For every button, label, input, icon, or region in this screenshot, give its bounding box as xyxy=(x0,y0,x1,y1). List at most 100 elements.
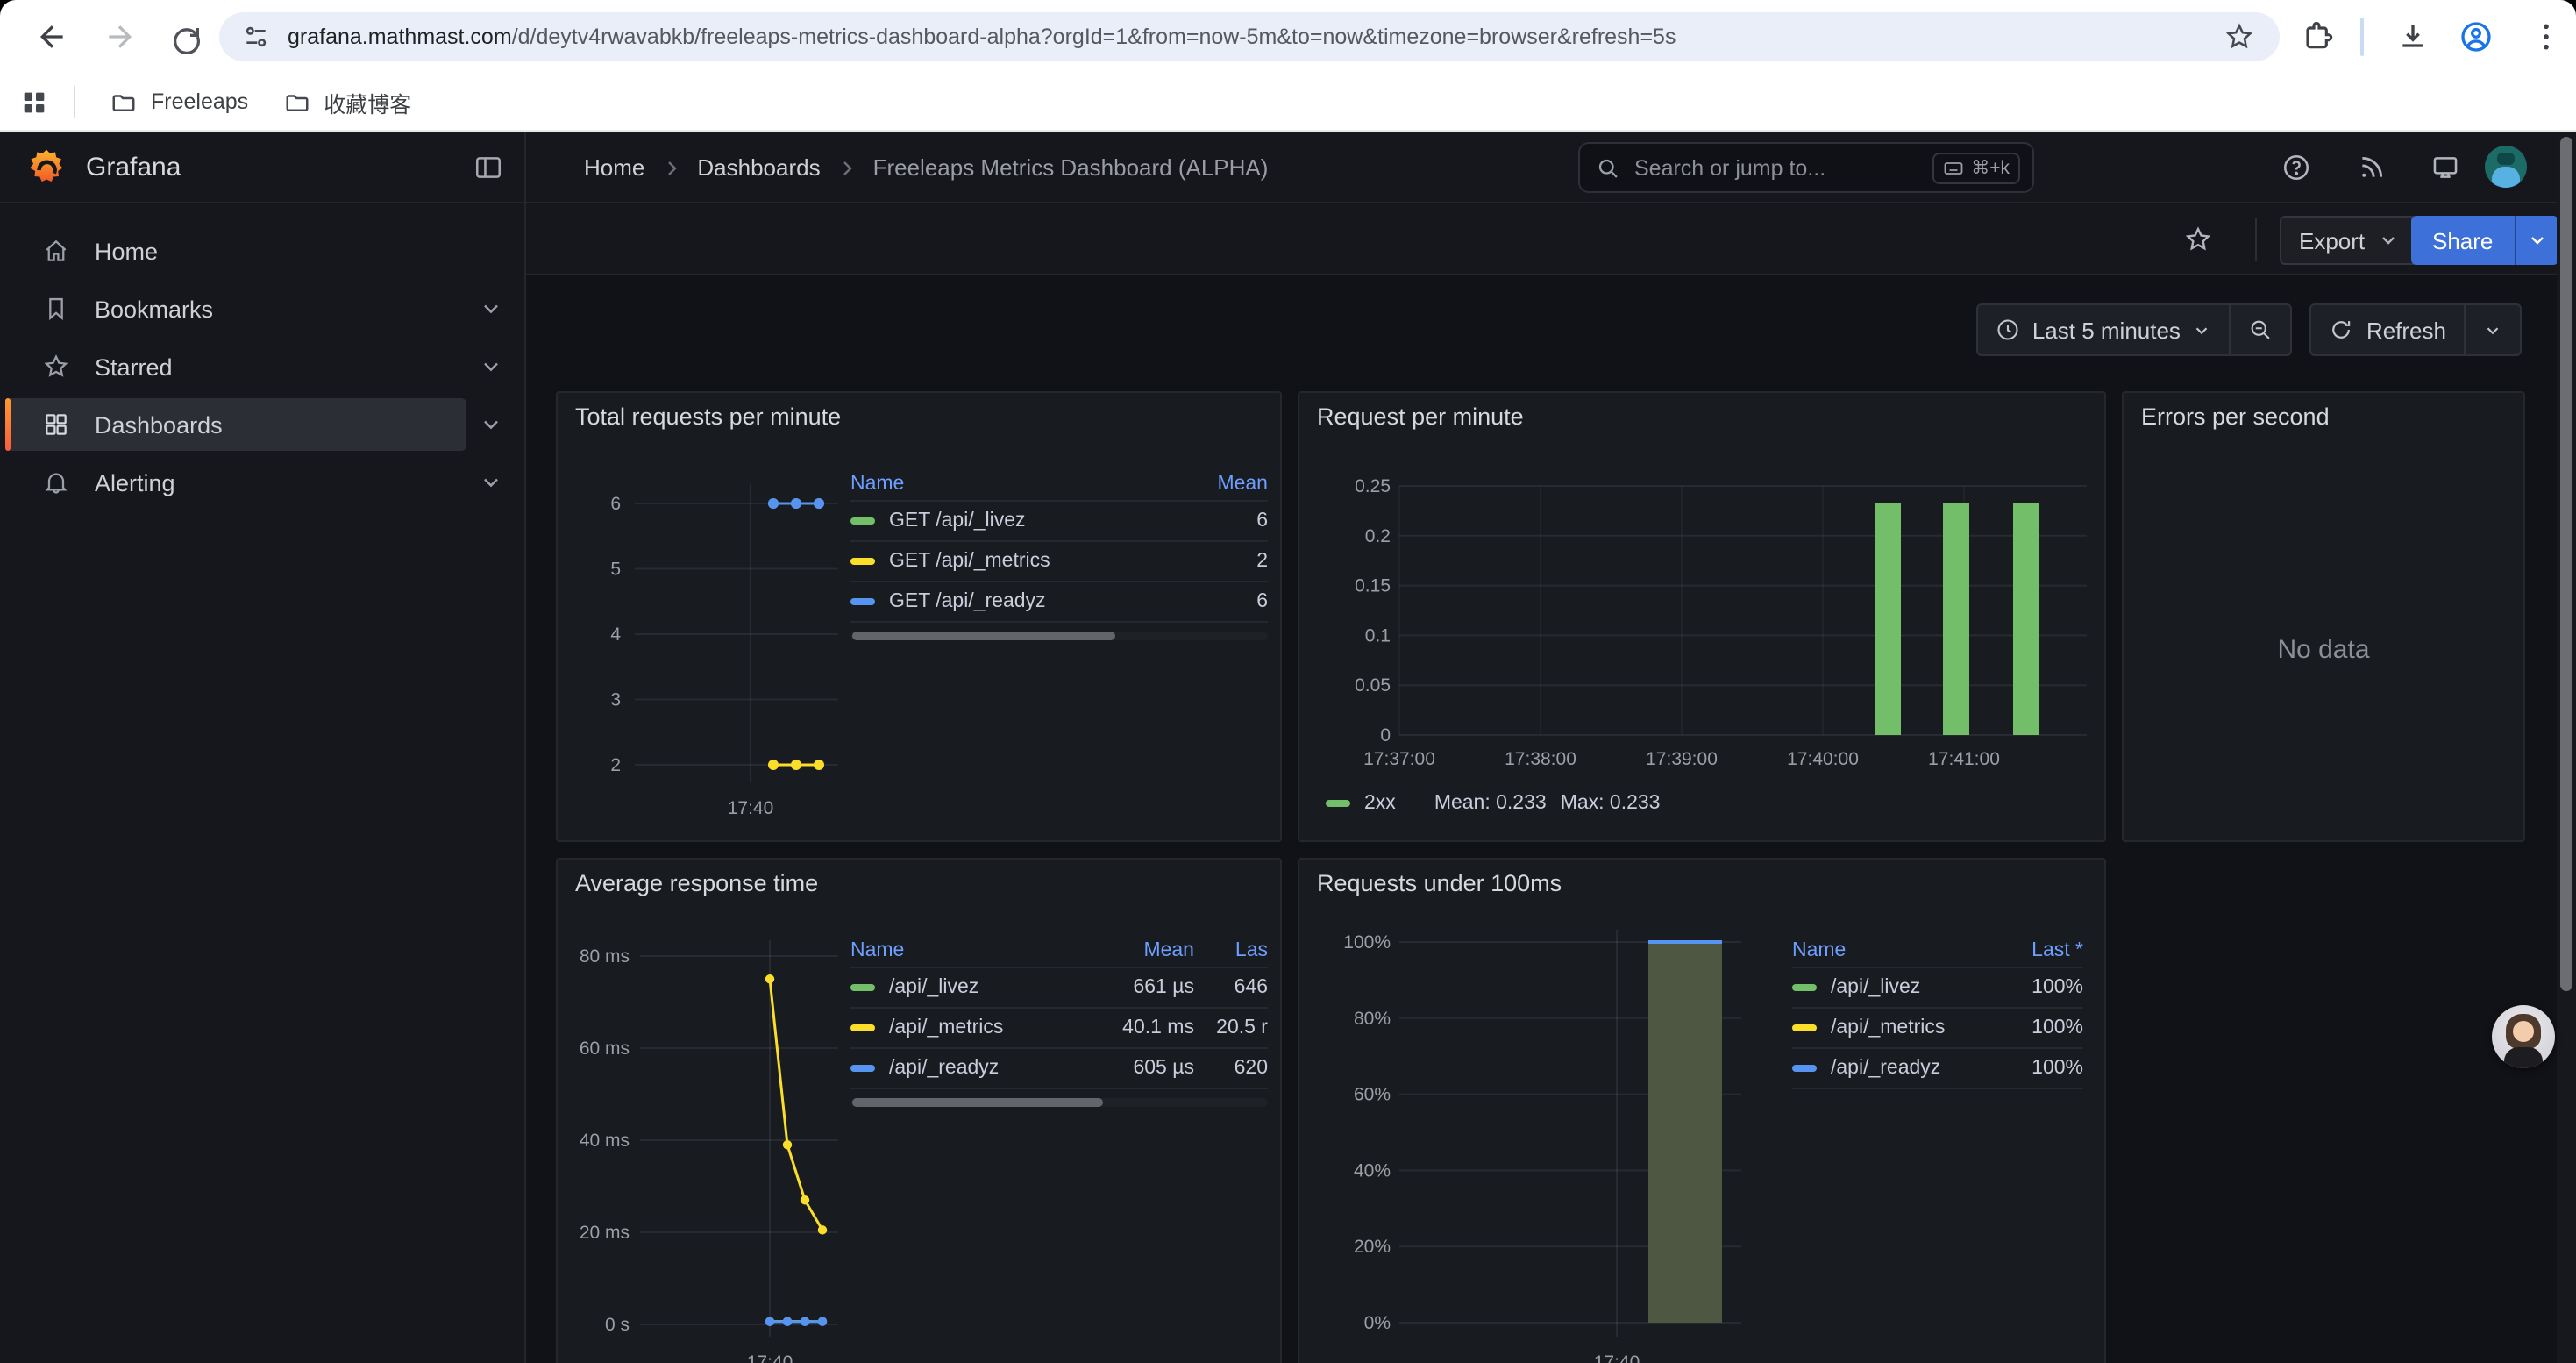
legend-scrollbar[interactable] xyxy=(850,632,1268,640)
area-fill[interactable] xyxy=(1648,942,1722,1323)
chevron-right-icon xyxy=(836,157,857,178)
legend-row[interactable]: GET /api/_readyz6 xyxy=(850,582,1268,623)
browser-window: grafana.mathmast.com/d/deytv4rwavabkb/fr… xyxy=(0,0,2576,1363)
chevron-down-icon[interactable] xyxy=(479,354,503,379)
sidebar-item-bookmarks[interactable]: Bookmarks xyxy=(0,281,526,337)
breadcrumb-dashboards[interactable]: Dashboards xyxy=(697,154,820,181)
profile-icon[interactable] xyxy=(2459,19,2494,54)
chevron-down-icon[interactable] xyxy=(479,296,503,321)
time-range-picker[interactable]: Last 5 minutes xyxy=(1978,305,2230,354)
legend-column-header[interactable]: Name xyxy=(1792,939,1999,960)
axis-tick-label: 0.05 xyxy=(1355,675,1391,696)
news-rss-icon[interactable] xyxy=(2357,153,2387,182)
chevron-down-icon[interactable] xyxy=(479,470,503,495)
legend-column-header[interactable]: Las xyxy=(1194,939,1268,960)
bookmark-star-icon[interactable] xyxy=(2224,21,2255,53)
zoom-out-time-button[interactable] xyxy=(2231,305,2291,354)
series-color-chip xyxy=(850,517,875,525)
site-settings-icon[interactable] xyxy=(242,23,270,51)
back-icon[interactable] xyxy=(35,19,70,54)
sidebar-item-dashboards[interactable]: Dashboards xyxy=(0,396,526,453)
legend-value: 20.5 r xyxy=(1194,1017,1268,1038)
series-name: GET /api/_livez xyxy=(889,510,1026,532)
legend-stat-mean: Mean: 0.233 xyxy=(1434,793,1547,814)
share-button[interactable]: Share xyxy=(2411,216,2558,265)
legend-row[interactable]: /api/_readyz100% xyxy=(1792,1049,2083,1089)
search-input[interactable] xyxy=(1634,155,1932,180)
downloads-icon[interactable] xyxy=(2395,19,2430,54)
legend-scrollbar[interactable] xyxy=(850,1098,1268,1107)
legend-column-header[interactable]: Mean xyxy=(1184,473,1268,494)
page-scrollbar[interactable] xyxy=(2557,132,2576,1363)
apps-grid-icon[interactable] xyxy=(19,87,49,117)
series-color-chip xyxy=(850,984,875,991)
sidebar-item-home[interactable]: Home xyxy=(0,223,526,279)
bar-chart[interactable]: 0.250.20.150.10.05017:37:0017:38:0017:39… xyxy=(1299,393,2108,844)
bookmark-folder-blogs[interactable]: 收藏博客 xyxy=(266,78,429,125)
legend-row[interactable]: /api/_metrics40.1 ms20.5 r xyxy=(850,1009,1268,1049)
axis-tick-label: 80 ms xyxy=(580,946,630,967)
grafana-logo[interactable] xyxy=(26,146,67,187)
reload-icon[interactable] xyxy=(168,19,203,54)
extensions-icon[interactable] xyxy=(2301,19,2336,54)
legend-column-header[interactable]: Last * xyxy=(1999,939,2083,960)
home-icon xyxy=(42,237,70,265)
refresh-interval-caret[interactable] xyxy=(2466,305,2520,354)
legend-row[interactable]: /api/_readyz605 µs620 xyxy=(850,1049,1268,1089)
legend-row[interactable]: /api/_metrics100% xyxy=(1792,1009,2083,1049)
monitor-icon[interactable] xyxy=(2430,153,2460,182)
legend-row[interactable]: GET /api/_livez6 xyxy=(850,502,1268,542)
legend-value: 100% xyxy=(1999,977,2083,998)
panel-legend[interactable]: 2xxMean: 0.233Max: 0.233 xyxy=(1326,793,1661,814)
sidebar-item-alerting[interactable]: Alerting xyxy=(0,454,526,510)
bar[interactable] xyxy=(1943,503,1969,735)
url-text[interactable]: grafana.mathmast.com/d/deytv4rwavabkb/fr… xyxy=(288,25,2280,49)
grafana-brand[interactable]: Grafana xyxy=(86,152,181,182)
scrollbar-thumb[interactable] xyxy=(2560,137,2572,991)
forward-icon[interactable] xyxy=(102,19,137,54)
help-icon[interactable] xyxy=(2281,153,2311,182)
refresh-button[interactable]: Refresh xyxy=(2312,305,2464,354)
axis-tick-label: 0.1 xyxy=(1365,625,1391,646)
axis-tick-label: 0.15 xyxy=(1355,576,1391,596)
sidebar-header: Grafana xyxy=(0,132,526,203)
legend-column-header[interactable]: Name xyxy=(850,939,1089,960)
legend-value: 661 µs xyxy=(1089,977,1194,998)
bookmark-folder-freeleaps[interactable]: Freeleaps xyxy=(93,82,266,122)
dashboard-canvas: Last 5 minutes Refresh xyxy=(526,275,2576,1363)
share-menu-caret[interactable] xyxy=(2514,216,2558,265)
bar[interactable] xyxy=(2013,503,2039,735)
panel-title[interactable]: Errors per second xyxy=(2141,403,2330,430)
url-bar[interactable]: grafana.mathmast.com/d/deytv4rwavabkb/fr… xyxy=(219,12,2280,61)
sidebar-item-label: Starred xyxy=(95,353,173,380)
bar[interactable] xyxy=(1875,503,1901,735)
series-name: /api/_readyz xyxy=(1831,1058,1940,1079)
favorite-dashboard-icon[interactable] xyxy=(2183,225,2213,254)
legend-column-header[interactable]: Name xyxy=(850,473,1184,494)
collapse-sidebar-icon[interactable] xyxy=(473,153,503,182)
series-color-chip xyxy=(1326,800,1350,807)
sidebar-item-label: Home xyxy=(95,238,158,264)
legend-column-header[interactable]: Mean xyxy=(1089,939,1194,960)
assistant-avatar[interactable] xyxy=(2492,1005,2555,1068)
sidebar-item-label: Dashboards xyxy=(95,411,223,438)
export-button[interactable]: Export xyxy=(2280,216,2417,265)
series-name: 2xx xyxy=(1364,793,1396,814)
panel-request-per-minute: Request per minute 0.250.20.150.10.05017… xyxy=(1298,391,2106,842)
chevron-down-icon[interactable] xyxy=(479,412,503,437)
search-box[interactable]: ⌘+k xyxy=(1578,142,2034,193)
sidebar: Grafana Home Bookmarks Starred Dashboards Al… xyxy=(0,132,526,1363)
sidebar-item-starred[interactable]: Starred xyxy=(0,339,526,395)
breadcrumb-home[interactable]: Home xyxy=(584,154,644,181)
legend-row[interactable]: /api/_livez661 µs646 xyxy=(850,968,1268,1009)
user-avatar[interactable] xyxy=(2485,146,2527,188)
time-controls-row: Last 5 minutes Refresh xyxy=(1976,303,2522,356)
axis-tick-label: 60% xyxy=(1354,1085,1391,1105)
search-shortcut: ⌘+k xyxy=(1932,152,2020,183)
breadcrumb-current: Freeleaps Metrics Dashboard (ALPHA) xyxy=(873,154,1269,181)
legend-row[interactable]: GET /api/_metrics2 xyxy=(850,542,1268,582)
browser-menu-icon[interactable] xyxy=(2529,19,2564,54)
chevron-down-icon xyxy=(2193,320,2212,339)
legend-row[interactable]: /api/_livez100% xyxy=(1792,968,2083,1009)
folder-icon xyxy=(283,89,310,115)
